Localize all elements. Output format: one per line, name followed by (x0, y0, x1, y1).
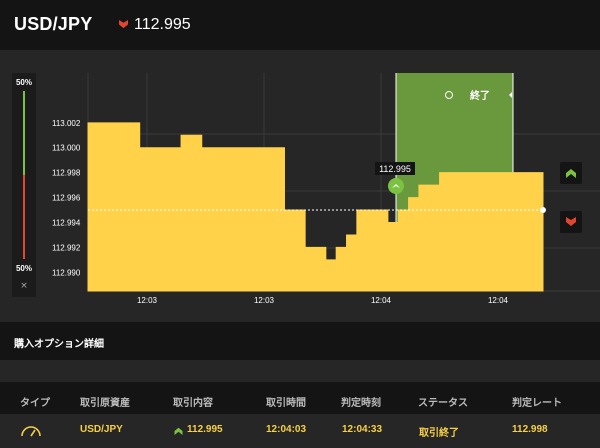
row-trade-time: 12:04:03 (266, 424, 307, 435)
y-tick-label: 113.000 (52, 144, 81, 153)
current-rate: 112.995 (134, 16, 191, 33)
currency-pair-title: USD/JPY (14, 14, 93, 34)
gauge-close-button[interactable]: × (12, 281, 36, 291)
gauge-low-bar (23, 175, 25, 259)
y-tick-label: 112.994 (52, 218, 81, 227)
down-arrow-icon (566, 217, 576, 226)
row-judge-time: 12:04:33 (342, 424, 383, 435)
y-tick-label: 112.992 (52, 243, 81, 252)
expiry-text: 終了 (470, 89, 490, 102)
sentiment-gauge: 50% 50% × (12, 73, 36, 297)
column-judge-time: 判定時刻 (341, 398, 381, 409)
y-tick-label: 112.998 (52, 169, 81, 178)
row-judge-rate: 112.998 (512, 424, 548, 435)
column-content: 取引内容 (173, 398, 213, 409)
up-arrow-icon (566, 169, 576, 178)
x-tick-label: 12:03 (137, 296, 158, 305)
column-judge-rate: 判定レート (512, 398, 562, 409)
up-arrow-icon (174, 427, 183, 435)
y-tick-label: 113.002 (52, 119, 81, 128)
table-row[interactable]: USD/JPY 112.995 12:04:03 12:04:33 取引終了 1… (0, 414, 600, 448)
y-tick-label: 112.990 (52, 268, 81, 277)
gauge-high-percent: 50% (15, 78, 32, 87)
row-content: 112.995 (187, 424, 223, 435)
x-tick-label: 12:03 (254, 296, 275, 305)
column-status: ステータス (418, 398, 468, 409)
down-arrow-icon (119, 20, 128, 29)
high-button[interactable] (560, 162, 582, 184)
details-section-title: 購入オプション詳細 (14, 339, 104, 350)
x-tick-label: 12:04 (488, 296, 509, 305)
current-rate-dot (540, 207, 546, 214)
row-status: 取引終了 (419, 428, 459, 439)
x-tick-label: 12:04 (371, 296, 392, 305)
gauge-high-bar (23, 91, 25, 175)
top-bar: USD/JPY 112.995 (0, 0, 600, 50)
table-header: タイプ 取引原資産 取引内容 取引時間 判定時刻 ステータス 判定レート (0, 382, 600, 414)
y-tick-label: 112.996 (52, 194, 81, 203)
purchase-rate-label: 112.995 (379, 164, 411, 174)
gauge-icon (21, 426, 41, 437)
column-type: タイプ (20, 398, 50, 409)
low-button[interactable] (560, 211, 582, 233)
price-chart: 終了 113.002 113.000 112.998 112.996 112.994 11… (40, 73, 600, 313)
gauge-low-percent: 50% (15, 264, 32, 273)
column-trade-time: 取引時間 (266, 398, 306, 409)
column-asset: 取引原資産 (80, 398, 130, 409)
row-asset: USD/JPY (80, 424, 123, 435)
